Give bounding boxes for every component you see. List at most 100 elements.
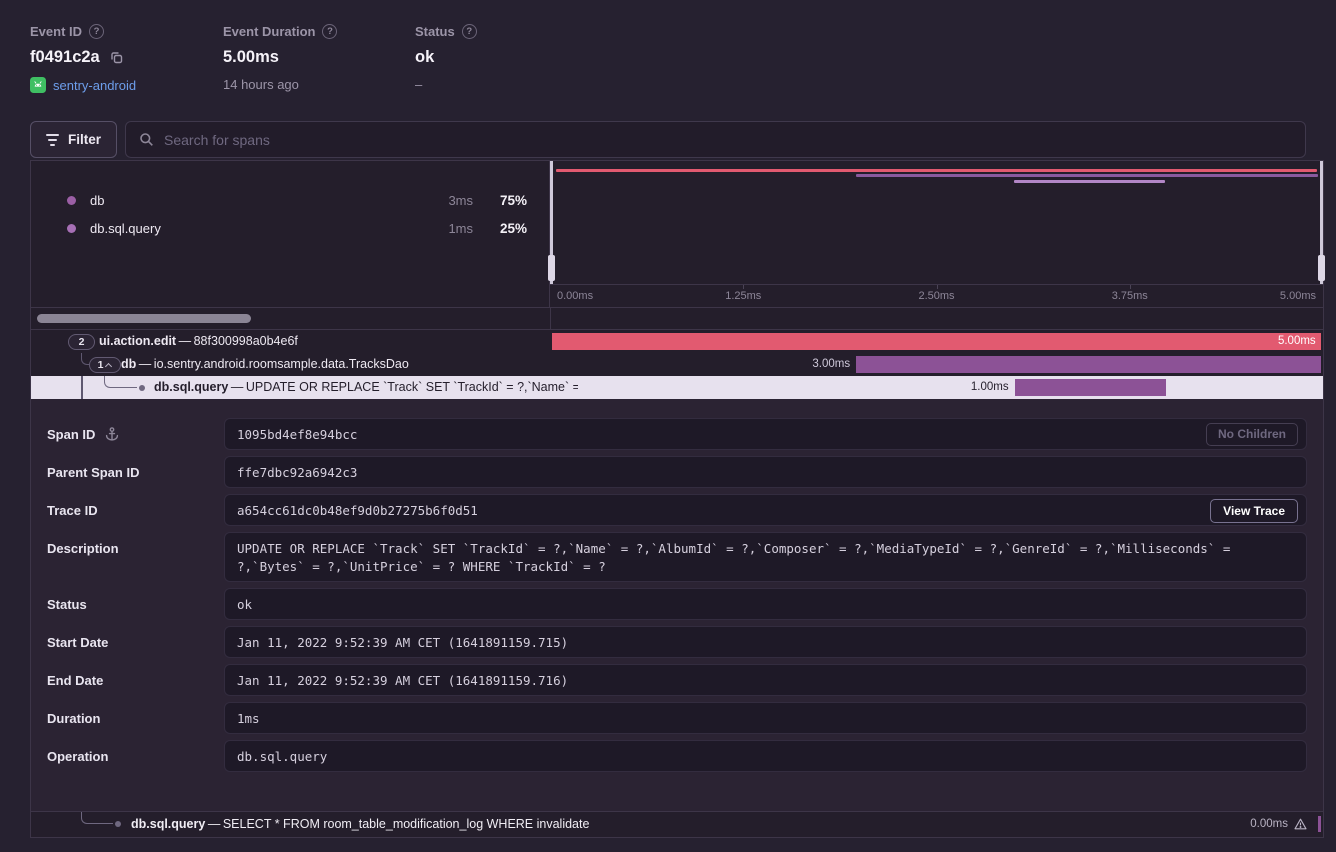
warning-icon bbox=[1294, 818, 1307, 830]
help-icon[interactable]: ? bbox=[462, 24, 477, 39]
children-count-badge[interactable]: 1 bbox=[89, 357, 121, 373]
detail-label: Duration bbox=[47, 711, 100, 726]
parent-span-id-value: ffe7dbc92a6942c3 bbox=[237, 465, 357, 480]
event-id-label: Event ID bbox=[30, 24, 82, 39]
event-time-ago: 14 hours ago bbox=[223, 77, 299, 92]
span-row-db-sql-query-select[interactable]: db.sql.querySELECT * FROM room_table_mod… bbox=[31, 811, 1323, 837]
span-row-db-sql-query-selected[interactable]: db.sql.queryUPDATE OR REPLACE `Track` SE… bbox=[31, 376, 1323, 399]
detail-label: Trace ID bbox=[47, 503, 98, 518]
minimap-left-handle[interactable] bbox=[550, 161, 553, 284]
tree-scrollbar-thumb[interactable] bbox=[37, 314, 251, 323]
event-duration-column: Event Duration ? 5.00ms 14 hours ago bbox=[223, 24, 415, 97]
span-op: db.sql.query bbox=[131, 817, 205, 831]
op-percent: 25% bbox=[491, 221, 527, 236]
trace-minimap[interactable]: 0.00ms 1.25ms 2.50ms 3.75ms 5.00ms bbox=[550, 161, 1323, 307]
zero-duration-bar bbox=[1318, 816, 1321, 832]
span-description: io.sentry.android.roomsample.data.Tracks… bbox=[136, 357, 409, 371]
timeline-axis: 0.00ms 1.25ms 2.50ms 3.75ms 5.00ms bbox=[550, 284, 1323, 307]
span-search bbox=[125, 121, 1306, 158]
minimap-span-db bbox=[856, 174, 1318, 177]
filter-button-label: Filter bbox=[68, 132, 101, 147]
event-header: Event ID ? f0491c2a bbox=[0, 0, 1336, 97]
anchor-icon[interactable] bbox=[104, 426, 120, 442]
op-percent: 75% bbox=[491, 193, 527, 208]
status-placeholder: – bbox=[415, 77, 422, 92]
detail-value-box: a654cc61dc0b48ef9d0b27275b6f0d51 View Tr… bbox=[224, 494, 1307, 526]
span-row-db[interactable]: 1 dbio.sentry.android.roomsample.data.Tr… bbox=[31, 353, 1323, 376]
detail-value-box: 1095bd4ef8e94bcc No Children bbox=[224, 418, 1307, 450]
detail-row-parent-span-id: Parent Span ID ffe7dbc92a6942c3 bbox=[47, 456, 1307, 488]
view-trace-button[interactable]: View Trace bbox=[1210, 499, 1298, 523]
span-duration-label: 0.00ms bbox=[1250, 812, 1288, 836]
detail-label: Description bbox=[47, 541, 119, 556]
event-id-value: f0491c2a bbox=[30, 48, 100, 67]
span-duration-label: 3.00ms bbox=[812, 353, 850, 376]
no-children-badge: No Children bbox=[1206, 423, 1298, 446]
event-duration-label: Event Duration bbox=[223, 24, 315, 39]
op-duration: 3ms bbox=[448, 193, 473, 208]
ops-breakdown-row-db[interactable]: db 3ms 75% bbox=[31, 186, 549, 214]
span-row-ui-action-edit[interactable]: 2 ui.action.edit88f300998a0b4e6f 5.00ms bbox=[31, 330, 1323, 353]
detail-label: Start Date bbox=[47, 635, 108, 650]
span-duration-label: 1.00ms bbox=[971, 376, 1009, 399]
tree-scrollbar-track[interactable] bbox=[31, 308, 1323, 330]
help-icon[interactable]: ? bbox=[322, 24, 337, 39]
detail-row-status: Status ok bbox=[47, 588, 1307, 620]
span-bar: 5.00ms bbox=[552, 333, 1320, 350]
detail-value-box: Jan 11, 2022 9:52:39 AM CET (1641891159.… bbox=[224, 664, 1307, 696]
span-duration-value: 1ms bbox=[237, 711, 260, 726]
status-value: ok bbox=[415, 48, 434, 67]
filter-button[interactable]: Filter bbox=[30, 121, 117, 158]
start-date-value: Jan 11, 2022 9:52:39 AM CET (1641891159.… bbox=[237, 635, 568, 650]
minimap-right-handle[interactable] bbox=[1320, 161, 1323, 284]
detail-row-span-id: Span ID 1095bd4ef8e94bcc No Children bbox=[47, 418, 1307, 450]
span-description: 88f300998a0b4e6f bbox=[176, 334, 298, 348]
detail-row-trace-id: Trace ID a654cc61dc0b48ef9d0b27275b6f0d5… bbox=[47, 494, 1307, 526]
detail-label: Parent Span ID bbox=[47, 465, 139, 480]
detail-row-end-date: End Date Jan 11, 2022 9:52:39 AM CET (16… bbox=[47, 664, 1307, 696]
op-color-dot bbox=[67, 196, 76, 205]
detail-row-operation: Operation db.sql.query bbox=[47, 740, 1307, 772]
span-details-panel: Span ID 1095bd4ef8e94bcc No Children Par… bbox=[31, 399, 1323, 811]
children-count-badge[interactable]: 2 bbox=[68, 334, 95, 350]
detail-value-box: 1ms bbox=[224, 702, 1307, 734]
op-duration: 1ms bbox=[448, 221, 473, 236]
span-bar bbox=[1015, 379, 1167, 396]
span-waterfall: 2 ui.action.edit88f300998a0b4e6f 5.00ms … bbox=[31, 330, 1323, 399]
status-label: Status bbox=[415, 24, 455, 39]
span-bar bbox=[856, 356, 1321, 373]
description-value: UPDATE OR REPLACE `Track` SET `TrackId` … bbox=[237, 540, 1294, 576]
axis-tick: 0.00ms bbox=[557, 285, 593, 308]
detail-label: Operation bbox=[47, 749, 108, 764]
spans-toolbar: Filter bbox=[30, 121, 1306, 158]
span-description: UPDATE OR REPLACE `Track` SET `TrackId` … bbox=[228, 380, 578, 394]
minimap-span-db-sql-query bbox=[1014, 180, 1166, 183]
project-link[interactable]: sentry-android bbox=[53, 78, 136, 93]
minimap-plot[interactable] bbox=[550, 161, 1323, 284]
help-icon[interactable]: ? bbox=[89, 24, 104, 39]
detail-value-box: ok bbox=[224, 588, 1307, 620]
detail-label: Status bbox=[47, 597, 87, 612]
operations-breakdown: db 3ms 75% db.sql.query 1ms 25% bbox=[31, 161, 550, 307]
span-op: db bbox=[121, 357, 136, 371]
axis-tick: 1.25ms bbox=[725, 285, 761, 308]
operation-value: db.sql.query bbox=[237, 749, 327, 764]
detail-row-description: Description UPDATE OR REPLACE `Track` SE… bbox=[47, 532, 1307, 582]
end-date-value: Jan 11, 2022 9:52:39 AM CET (1641891159.… bbox=[237, 673, 568, 688]
ops-breakdown-row-db-sql-query[interactable]: db.sql.query 1ms 25% bbox=[31, 214, 549, 242]
detail-row-start-date: Start Date Jan 11, 2022 9:52:39 AM CET (… bbox=[47, 626, 1307, 658]
search-input[interactable] bbox=[164, 132, 1292, 148]
minimap-span-ui-action-edit bbox=[556, 169, 1317, 172]
axis-tick: 3.75ms bbox=[1112, 285, 1148, 308]
span-id-value: 1095bd4ef8e94bcc bbox=[237, 427, 357, 442]
span-op: ui.action.edit bbox=[99, 334, 176, 348]
status-column: Status ? ok – bbox=[415, 24, 1306, 97]
span-duration-label: 5.00ms bbox=[1278, 333, 1316, 350]
project-avatar-android-icon bbox=[30, 77, 46, 93]
detail-value-box: ffe7dbc92a6942c3 bbox=[224, 456, 1307, 488]
axis-tick: 2.50ms bbox=[918, 285, 954, 308]
detail-value-box: db.sql.query bbox=[224, 740, 1307, 772]
copy-icon[interactable] bbox=[109, 50, 124, 65]
detail-label: Span ID bbox=[47, 427, 95, 442]
event-id-column: Event ID ? f0491c2a bbox=[30, 24, 223, 97]
